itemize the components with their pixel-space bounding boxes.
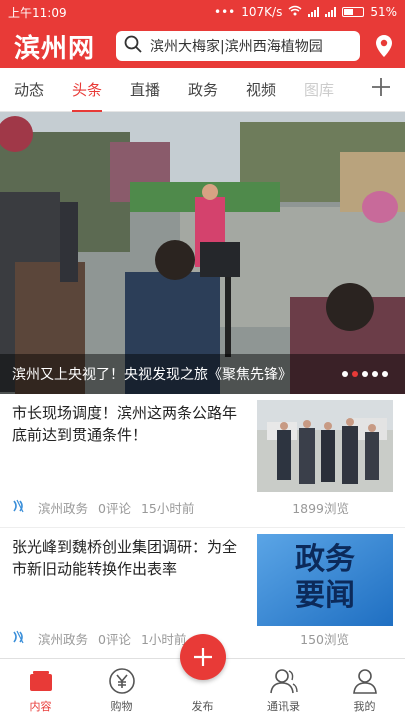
news-meta: 滨州政务 0评论 15小时前 [12, 498, 194, 517]
search-input-text[interactable]: 滨州大梅家|滨州西海植物园 [150, 36, 323, 56]
news-views: 150浏览 [300, 632, 349, 647]
nav-me-label: 我的 [353, 700, 376, 713]
news-source: 滨州政务 [38, 632, 89, 647]
news-views: 1899浏览 [292, 501, 349, 516]
content-icon [28, 666, 54, 696]
news-time: 1小时前 [140, 632, 187, 647]
person-icon [352, 666, 378, 696]
carousel-indicator [342, 371, 388, 377]
banner-caption-text: 滨州又上央视了！央视发现之旅《聚焦先锋》 [12, 367, 292, 383]
battery-level: 51% [370, 5, 397, 19]
nav-shopping-label: 购物 [110, 700, 133, 713]
location-pin-icon[interactable] [373, 32, 395, 60]
news-title: 市长现场调度！滨州这两条公路年底前达到贯通条件！ [12, 404, 238, 444]
thumbnail-label: 政务 要闻 [295, 542, 355, 613]
banner-photo [0, 112, 405, 394]
news-title: 张光峰到魏桥创业集团调研：为全市新旧动能转换作出表率 [12, 538, 238, 578]
signal-icon [308, 7, 320, 17]
plus-icon [194, 648, 212, 666]
yen-icon [108, 666, 136, 696]
status-bar: 上午11:09 ••• 107K/s 51% [0, 0, 405, 24]
signal-icon-2 [325, 7, 337, 17]
news-source: 滨州政务 [38, 501, 89, 516]
more-dots-icon: ••• [214, 5, 236, 19]
news-thumbnail: 政务 要闻 [257, 534, 393, 626]
tab-shipin[interactable]: 视频 [232, 68, 290, 112]
news-thumbnail [257, 400, 393, 492]
banner-caption: 滨州又上央视了！央视发现之旅《聚焦先锋》 [0, 354, 405, 394]
news-item[interactable]: 市长现场调度！滨州这两条公路年底前达到贯通条件！ 滨州政务 0评论 15小时前 … [0, 394, 405, 528]
search-bar[interactable]: 滨州大梅家|滨州西海植物园 [116, 31, 360, 61]
source-logo-icon [12, 629, 28, 648]
headline-banner[interactable]: 滨州又上央视了！央视发现之旅《聚焦先锋》 [0, 112, 405, 394]
news-meta: 滨州政务 0评论 1小时前 [12, 629, 186, 648]
status-time: 上午11:09 [8, 5, 67, 20]
nav-contacts[interactable]: 通讯录 [243, 659, 324, 720]
nav-me[interactable]: 我的 [324, 659, 405, 720]
carousel-dot [342, 371, 348, 377]
category-tabs: 动态 头条 直播 政务 视频 图库 [0, 68, 405, 112]
source-logo-icon [12, 498, 28, 517]
wifi-icon [288, 5, 302, 19]
nav-shopping[interactable]: 购物 [81, 659, 162, 720]
carousel-dot [372, 371, 378, 377]
battery-icon [342, 7, 365, 17]
carousel-dot [362, 371, 368, 377]
tab-dongtai[interactable]: 动态 [0, 68, 58, 112]
publish-plus-button[interactable] [180, 634, 226, 680]
search-icon [124, 35, 142, 57]
nav-content[interactable]: 内容 [0, 659, 81, 720]
app-header: 滨州网 滨州大梅家|滨州西海植物园 [0, 24, 405, 68]
contacts-icon [269, 666, 299, 696]
carousel-dot-active [352, 371, 358, 377]
tab-zhengwu[interactable]: 政务 [174, 68, 232, 112]
news-comments: 0评论 [98, 501, 131, 516]
news-comments: 0评论 [98, 632, 131, 647]
nav-contacts-label: 通讯录 [267, 700, 300, 713]
app-logo: 滨州网 [14, 33, 96, 64]
tab-toutiao[interactable]: 头条 [58, 68, 116, 112]
nav-content-label: 内容 [29, 700, 52, 713]
add-tab-plus-icon[interactable] [371, 76, 391, 102]
news-time: 15小时前 [140, 501, 195, 516]
nav-publish-label: 发布 [191, 700, 214, 713]
carousel-dot [382, 371, 388, 377]
network-speed: 107K/s [241, 5, 283, 19]
tab-tuku[interactable]: 图库 [290, 68, 348, 112]
tab-zhibo[interactable]: 直播 [116, 68, 174, 112]
